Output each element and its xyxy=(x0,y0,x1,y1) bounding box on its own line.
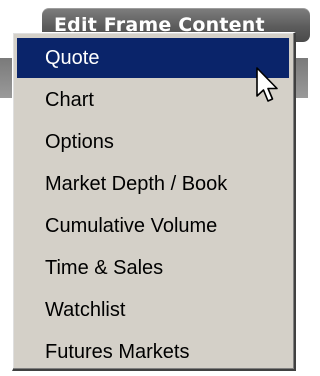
frame-content-menu: Quote Chart Options Market Depth / Book … xyxy=(12,32,296,371)
arrow-pointer-icon xyxy=(256,67,278,102)
menu-item-watchlist[interactable]: Watchlist xyxy=(17,290,289,330)
menu-item-futures-markets[interactable]: Futures Markets xyxy=(17,332,289,372)
menu-item-options[interactable]: Options xyxy=(17,122,289,162)
menu-item-chart[interactable]: Chart xyxy=(17,80,289,120)
menu-item-cumulative-volume[interactable]: Cumulative Volume xyxy=(17,206,289,246)
menu-item-quote[interactable]: Quote xyxy=(17,38,289,78)
menu-item-market-depth-book[interactable]: Market Depth / Book xyxy=(17,164,289,204)
menu-item-time-sales[interactable]: Time & Sales xyxy=(17,248,289,288)
